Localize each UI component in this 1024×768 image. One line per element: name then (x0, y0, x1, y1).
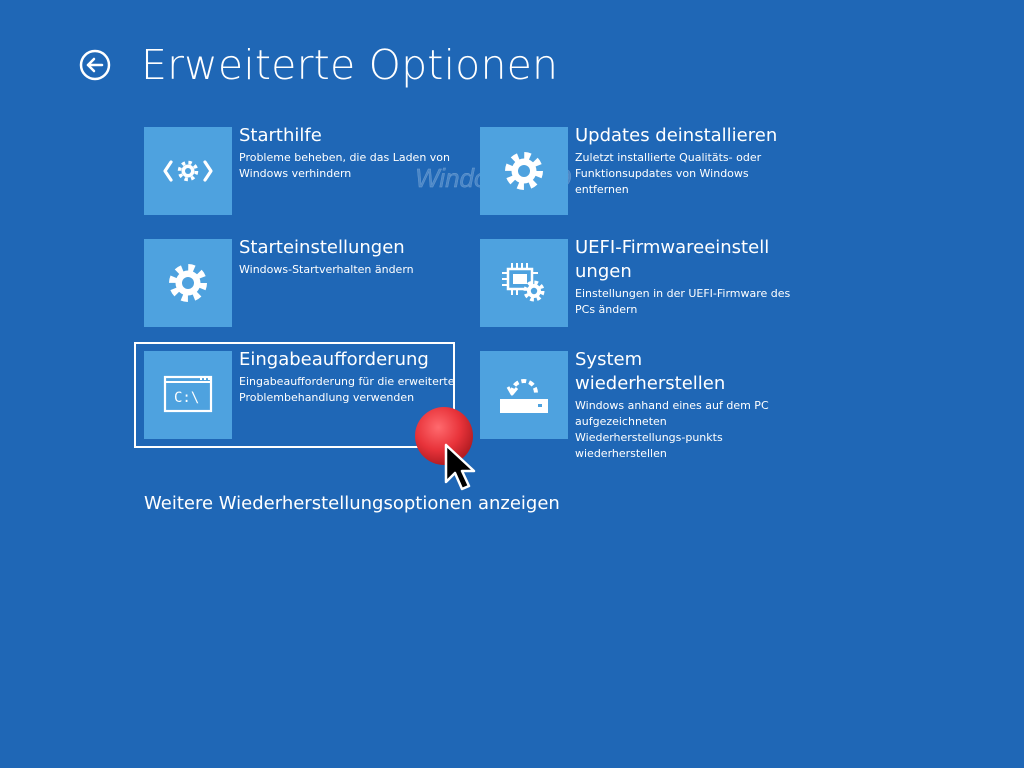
more-recovery-options-link[interactable]: Weitere Wiederherstellungsoptionen anzei… (144, 492, 560, 516)
option-tile (480, 127, 568, 215)
option-description: Windows-Startverhalten ändern (239, 263, 414, 276)
option-name: Starthilfe (239, 125, 322, 146)
gear-icon (169, 264, 207, 302)
chip-gear-icon (502, 263, 545, 302)
option-name: Starteinstellungen (239, 237, 405, 258)
option-tile (144, 239, 232, 327)
option-name: System wiederherstellen (575, 349, 726, 394)
startup-repair-icon (163, 160, 213, 182)
option-description: Windows anhand eines auf dem PC aufgezei… (575, 399, 769, 460)
mouse-pointer-icon (444, 443, 476, 491)
option-tile (480, 351, 568, 439)
option-name: UEFI-Firmwareeinstellungen (575, 237, 770, 282)
option-uninstall-updates[interactable]: Updates deinstallieren Zuletzt installie… (480, 125, 798, 219)
selection-focus-outline (134, 342, 455, 448)
back-arrow-circle-icon (79, 49, 111, 81)
option-startup-repair[interactable]: Starthilfe Probleme beheben, die das Lad… (144, 125, 462, 219)
option-tile (144, 127, 232, 215)
option-description: Probleme beheben, die das Laden von Wind… (239, 151, 450, 180)
option-description: Zuletzt installierte Qualitäts- oder Fun… (575, 151, 762, 196)
system-restore-icon (500, 379, 548, 413)
option-description: Einstellungen in der UEFI-Firmware des P… (575, 287, 791, 316)
option-startup-settings[interactable]: Starteinstellungen Windows-Startverhalte… (144, 237, 462, 331)
back-button[interactable] (79, 49, 111, 81)
option-uefi-firmware-settings[interactable]: UEFI-Firmwareeinstellungen Einstellungen… (480, 237, 798, 331)
advanced-options-screen: Erweiterte Optionen WindowsFAQ Starthilf… (0, 0, 1024, 768)
option-system-restore[interactable]: System wiederherstellen Windows anhand e… (480, 349, 798, 460)
option-tile (480, 239, 568, 327)
option-name: Updates deinstallieren (575, 125, 778, 146)
page-title: Erweiterte Optionen (141, 41, 559, 89)
gear-icon (505, 152, 543, 190)
